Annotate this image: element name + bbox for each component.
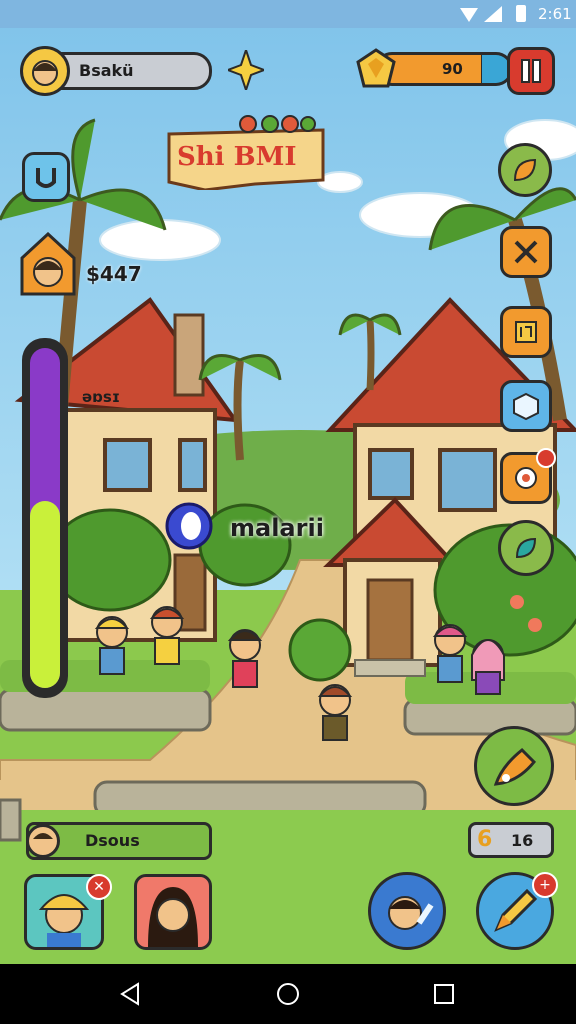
gem-icon xyxy=(356,48,396,94)
bottom-name: Dsous xyxy=(85,831,140,850)
right-button-3[interactable] xyxy=(500,306,552,358)
ring-marker[interactable] xyxy=(165,502,213,550)
meter-fill xyxy=(30,501,60,688)
counter-box: 6 16 xyxy=(468,822,554,858)
girl-portrait-icon xyxy=(148,887,198,947)
ring-icon xyxy=(165,502,213,550)
pause-button[interactable] xyxy=(507,47,555,95)
bottom-avatar xyxy=(26,824,60,858)
paint-action-button[interactable] xyxy=(474,726,554,806)
globe-icon xyxy=(515,537,537,559)
progress-meter xyxy=(22,338,68,698)
bag-icon xyxy=(36,168,56,188)
house-portrait-icon xyxy=(20,231,76,296)
cross-icon xyxy=(514,240,538,264)
balloons-icon xyxy=(238,112,318,142)
pencil-badge-icon: + xyxy=(532,872,558,898)
character-card-2[interactable] xyxy=(134,874,212,950)
right-button-2[interactable] xyxy=(500,226,552,278)
face-icon xyxy=(33,833,53,839)
counter-right: 16 xyxy=(511,831,534,850)
player-name: Bsakü xyxy=(79,61,134,80)
right-button-1[interactable] xyxy=(498,143,552,197)
cube-icon xyxy=(513,392,539,421)
battery-icon xyxy=(516,5,526,22)
recents-icon[interactable] xyxy=(432,982,456,1010)
leaf-icon xyxy=(513,158,537,182)
right-button-6[interactable] xyxy=(498,520,554,576)
house-badge[interactable] xyxy=(20,231,76,300)
right-button-4[interactable] xyxy=(500,380,552,432)
back-icon[interactable] xyxy=(118,982,142,1010)
card-1-close-icon[interactable]: ✕ xyxy=(86,874,112,900)
card-icon xyxy=(515,321,537,343)
counter-left: 6 xyxy=(477,827,493,852)
inventory-button[interactable] xyxy=(22,152,70,202)
pause-icon xyxy=(521,59,541,83)
notification-badge xyxy=(536,448,556,468)
player-face-icon xyxy=(32,60,58,86)
boy-portrait-icon xyxy=(388,896,434,930)
title-text: Shi BMI xyxy=(177,142,297,172)
system-nav-bar xyxy=(0,964,576,1024)
signal-icon xyxy=(484,6,502,26)
game-scene: 2:61 Bsakü 90 Shi BMI $447 əɒsɪ malarii … xyxy=(0,0,576,964)
map-icon xyxy=(515,467,537,489)
pencil-icon xyxy=(494,888,538,932)
sparkle-icon xyxy=(225,46,267,94)
status-bar: 2:61 xyxy=(0,0,576,28)
wifi-icon xyxy=(460,6,478,22)
meter-label: əɒsɪ xyxy=(82,388,121,406)
energy-remaining xyxy=(482,55,510,83)
location-label: malarii xyxy=(230,514,324,542)
money-value: $447 xyxy=(86,262,142,286)
energy-value: 90 xyxy=(442,60,463,78)
status-time: 2:61 xyxy=(538,5,572,23)
player-avatar[interactable] xyxy=(20,46,70,96)
paintbrush-icon xyxy=(493,747,537,786)
character-action-button[interactable] xyxy=(368,872,446,950)
home-icon[interactable] xyxy=(276,982,300,1010)
